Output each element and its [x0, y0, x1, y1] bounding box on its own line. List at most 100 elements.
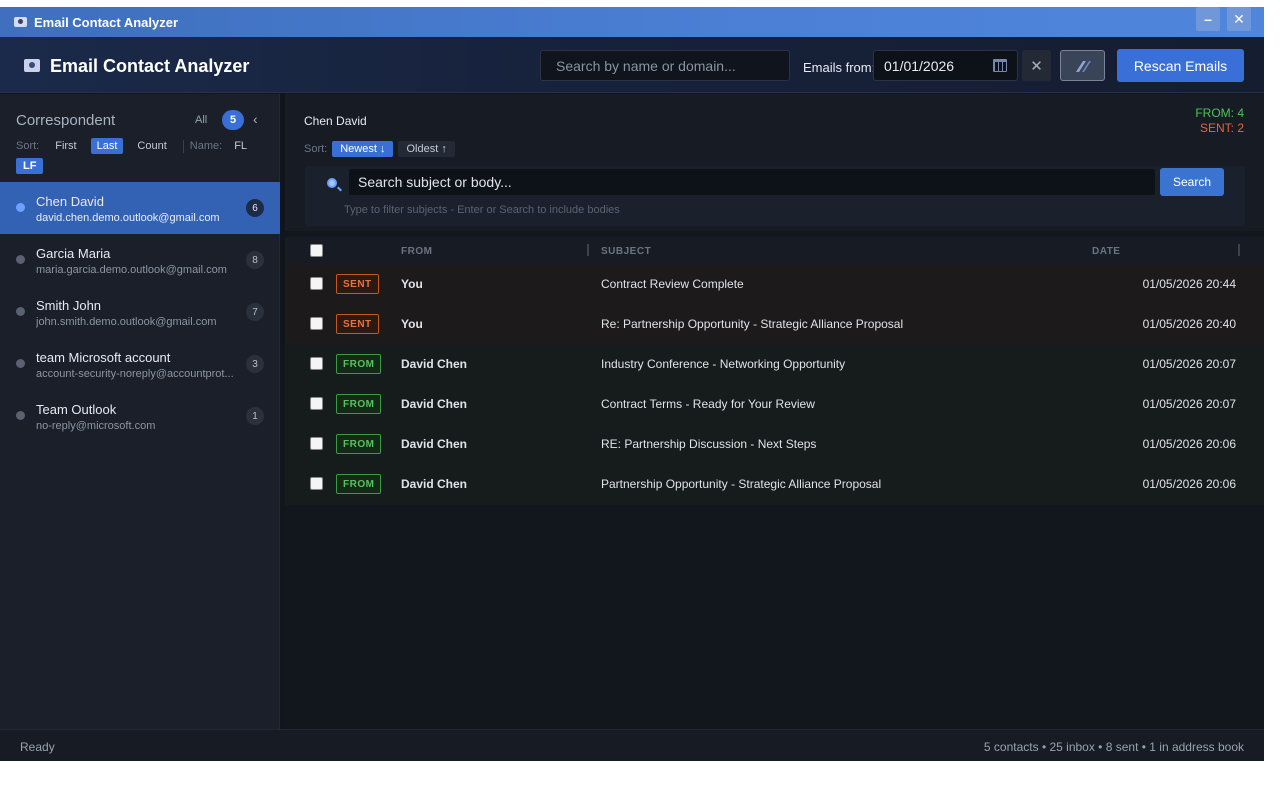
- sort-first-chip[interactable]: First: [49, 138, 82, 154]
- app-title: Email Contact Analyzer: [50, 56, 250, 76]
- direction-tag: FROM: [336, 354, 382, 374]
- name-lf-chip[interactable]: LF: [16, 158, 44, 174]
- contact-name: Smith John: [36, 298, 102, 313]
- sidebar-title: Correspondent: [16, 112, 116, 129]
- close-button[interactable]: ✕: [1227, 7, 1251, 31]
- email-date: 01/05/2026 20:44: [1142, 277, 1236, 291]
- column-resize-handle[interactable]: [1238, 244, 1240, 256]
- sort-label: Sort:: [16, 140, 40, 152]
- contact-status-dot: [16, 307, 25, 316]
- direction-tag: FROM: [336, 434, 382, 454]
- email-row[interactable]: FROM David Chen Partnership Opportunity …: [285, 465, 1264, 505]
- window-title: Email Contact Analyzer: [34, 14, 179, 30]
- contact-count-badge: 5: [222, 110, 244, 130]
- email-date: 01/05/2026 20:40: [1142, 317, 1236, 331]
- app-header: Email Contact Analyzer Emails from: 01/0…: [0, 37, 1264, 93]
- row-checkbox[interactable]: [310, 397, 323, 410]
- email-sender: You: [401, 317, 423, 331]
- email-row[interactable]: FROM David Chen RE: Partnership Discussi…: [285, 425, 1264, 465]
- direction-tag: SENT: [336, 274, 379, 294]
- status-bar: Ready 5 contacts • 25 inbox • 8 sent • 1…: [0, 729, 1264, 761]
- contact-name: Team Outlook: [36, 402, 117, 417]
- sort-oldest-chip[interactable]: Oldest ↑: [398, 141, 455, 157]
- contact-item[interactable]: Team Outlook no-reply@microsoft.com 1: [0, 390, 280, 442]
- contact-status-dot: [16, 255, 25, 264]
- email-panel: Chen David FROM: 4 SENT: 2 Sort: Newest …: [285, 94, 1264, 730]
- column-resize-handle[interactable]: [587, 244, 589, 256]
- contact-email: david.chen.demo.outlook@gmail.com: [36, 212, 220, 224]
- email-row[interactable]: FROM David Chen Industry Conference - Ne…: [285, 345, 1264, 385]
- email-subject: Contract Terms - Ready for Your Review: [601, 397, 815, 411]
- row-checkbox[interactable]: [310, 317, 323, 330]
- email-panel-header: Chen David FROM: 4 SENT: 2 Sort: Newest …: [285, 94, 1264, 231]
- app-icon: [14, 17, 27, 27]
- select-all-checkbox[interactable]: [310, 244, 323, 257]
- row-checkbox[interactable]: [310, 357, 323, 370]
- email-subject: Re: Partnership Opportunity - Strategic …: [601, 317, 904, 331]
- contact-count-badge: 3: [246, 355, 264, 373]
- row-checkbox[interactable]: [310, 277, 323, 290]
- name-fl-chip[interactable]: FL: [228, 138, 253, 154]
- contact-item[interactable]: Garcia Maria maria.garcia.demo.outlook@g…: [0, 234, 280, 286]
- contact-status-dot: [16, 359, 25, 368]
- contacts-sidebar: Correspondent All 5 ‹ Sort: First Last C…: [0, 94, 280, 730]
- name-format-label: Name:: [189, 140, 223, 152]
- contact-email: john.smith.demo.outlook@gmail.com: [36, 316, 217, 328]
- date-picker[interactable]: 01/01/2026: [873, 50, 1018, 81]
- email-subject: Contract Review Complete: [601, 277, 744, 291]
- clear-date-button[interactable]: ✕: [1022, 50, 1051, 81]
- subject-search-input[interactable]: [349, 169, 1155, 195]
- selected-contact-name: Chen David: [304, 114, 367, 128]
- contact-status-dot: [16, 203, 25, 212]
- date-value: 01/01/2026: [884, 57, 955, 74]
- email-sender: You: [401, 277, 423, 291]
- minimize-button[interactable]: –: [1196, 7, 1220, 31]
- contact-status-dot: [16, 411, 25, 420]
- email-row[interactable]: FROM David Chen Contract Terms - Ready f…: [285, 385, 1264, 425]
- pen-icon: [1075, 60, 1091, 72]
- collapse-sidebar-icon[interactable]: ‹: [253, 111, 258, 127]
- row-checkbox[interactable]: [310, 437, 323, 450]
- email-sender: David Chen: [401, 437, 468, 451]
- contact-item[interactable]: team Microsoft account account-security-…: [0, 338, 280, 390]
- row-checkbox[interactable]: [310, 477, 323, 490]
- sort-label: Sort:: [304, 143, 328, 155]
- app-logo-icon: [24, 59, 40, 72]
- calendar-icon[interactable]: [993, 59, 1007, 72]
- direction-tag: FROM: [336, 394, 382, 414]
- sort-last-chip[interactable]: Last: [90, 138, 124, 154]
- edit-button[interactable]: [1060, 50, 1105, 81]
- column-header-subject[interactable]: SUBJECT: [601, 246, 651, 257]
- status-summary: 5 contacts • 25 inbox • 8 sent • 1 in ad…: [983, 740, 1244, 754]
- email-date: 01/05/2026 20:07: [1142, 397, 1236, 411]
- sort-newest-chip[interactable]: Newest ↓: [332, 141, 394, 157]
- email-row[interactable]: SENT You Re: Partnership Opportunity - S…: [285, 305, 1264, 345]
- sent-count-stat: SENT: 2: [1199, 121, 1244, 135]
- contact-name: Chen David: [36, 194, 104, 209]
- contact-name: team Microsoft account: [36, 350, 171, 365]
- column-header-from[interactable]: FROM: [401, 246, 432, 257]
- emails-from-label: Emails from:: [803, 60, 876, 75]
- title-bar: Email Contact Analyzer – ✕: [0, 7, 1264, 37]
- contact-search-input[interactable]: [540, 50, 790, 81]
- contact-item[interactable]: Chen David david.chen.demo.outlook@gmail…: [0, 182, 280, 234]
- email-sender: David Chen: [401, 357, 468, 371]
- email-date: 01/05/2026 20:06: [1142, 477, 1236, 491]
- email-subject: Partnership Opportunity - Strategic Alli…: [601, 477, 882, 491]
- contact-email: account-security-noreply@accountprot...: [36, 368, 234, 380]
- email-date: 01/05/2026 20:06: [1142, 437, 1236, 451]
- email-row[interactable]: SENT You Contract Review Complete 01/05/…: [285, 265, 1264, 305]
- column-header-date[interactable]: DATE: [1092, 246, 1120, 257]
- email-sender: David Chen: [401, 477, 468, 491]
- email-sort-controls: Sort: Newest ↓ Oldest ↑: [304, 141, 460, 157]
- show-all-toggle[interactable]: All: [195, 114, 207, 126]
- email-table-header: FROM SUBJECT DATE: [285, 237, 1264, 265]
- status-text: Ready: [20, 740, 55, 754]
- sort-count-chip[interactable]: Count: [131, 138, 172, 154]
- contact-list: Chen David david.chen.demo.outlook@gmail…: [0, 182, 280, 442]
- contact-item[interactable]: Smith John john.smith.demo.outlook@gmail…: [0, 286, 280, 338]
- email-list: SENT You Contract Review Complete 01/05/…: [285, 265, 1264, 505]
- search-button[interactable]: Search: [1160, 168, 1224, 196]
- sidebar-sort-controls: Sort: First Last Count Name: FL: [16, 138, 261, 154]
- rescan-emails-button[interactable]: Rescan Emails: [1117, 49, 1244, 82]
